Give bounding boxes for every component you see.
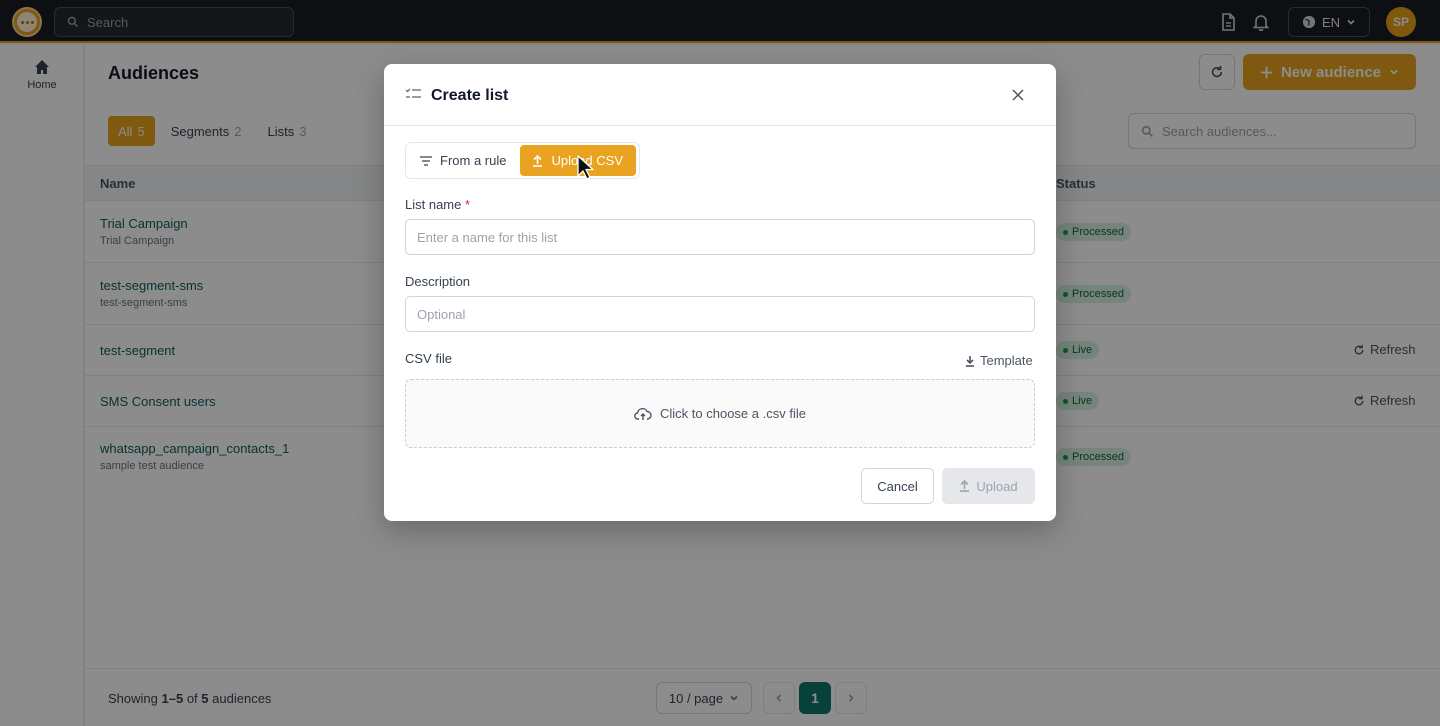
upload-icon	[960, 480, 970, 492]
tab-label: From a rule	[440, 153, 507, 168]
description-placeholder: Optional	[417, 306, 466, 322]
upload-button[interactable]: Upload	[942, 468, 1035, 504]
csv-dropzone[interactable]: Click to choose a .csv file	[405, 379, 1035, 448]
download-template-link[interactable]: Template	[965, 353, 1033, 368]
cancel-button[interactable]: Cancel	[861, 468, 934, 504]
mouse-cursor-icon	[577, 155, 595, 184]
list-name-placeholder: Enter a name for this list	[417, 229, 558, 245]
dialog-title: Create list	[431, 87, 509, 104]
dialog-header: Create list	[384, 64, 1056, 126]
cloud-upload-icon	[634, 407, 652, 420]
description-label: Description	[405, 274, 471, 289]
description-input[interactable]: Optional	[405, 296, 1035, 332]
tab-from-a-rule[interactable]: From a rule	[408, 145, 518, 176]
upload-icon	[533, 154, 543, 167]
filter-icon	[420, 155, 432, 166]
required-mark: *	[465, 197, 471, 212]
upload-button-label: Upload	[976, 478, 1018, 494]
template-label: Template	[980, 353, 1033, 368]
download-icon	[966, 355, 974, 367]
dropzone-text: Click to choose a .csv file	[660, 406, 806, 421]
list-name-label-text: List name	[405, 197, 462, 212]
csv-file-label: CSV file	[405, 351, 452, 366]
list-name-input[interactable]: Enter a name for this list	[405, 219, 1035, 255]
list-name-label: List name *	[405, 197, 470, 212]
list-source-toggle: From a rule Upload CSV	[405, 142, 640, 179]
checklist-icon	[405, 87, 422, 104]
create-list-dialog: Create list From a rule Upload CSV List …	[384, 64, 1056, 521]
close-icon[interactable]	[1008, 85, 1028, 105]
